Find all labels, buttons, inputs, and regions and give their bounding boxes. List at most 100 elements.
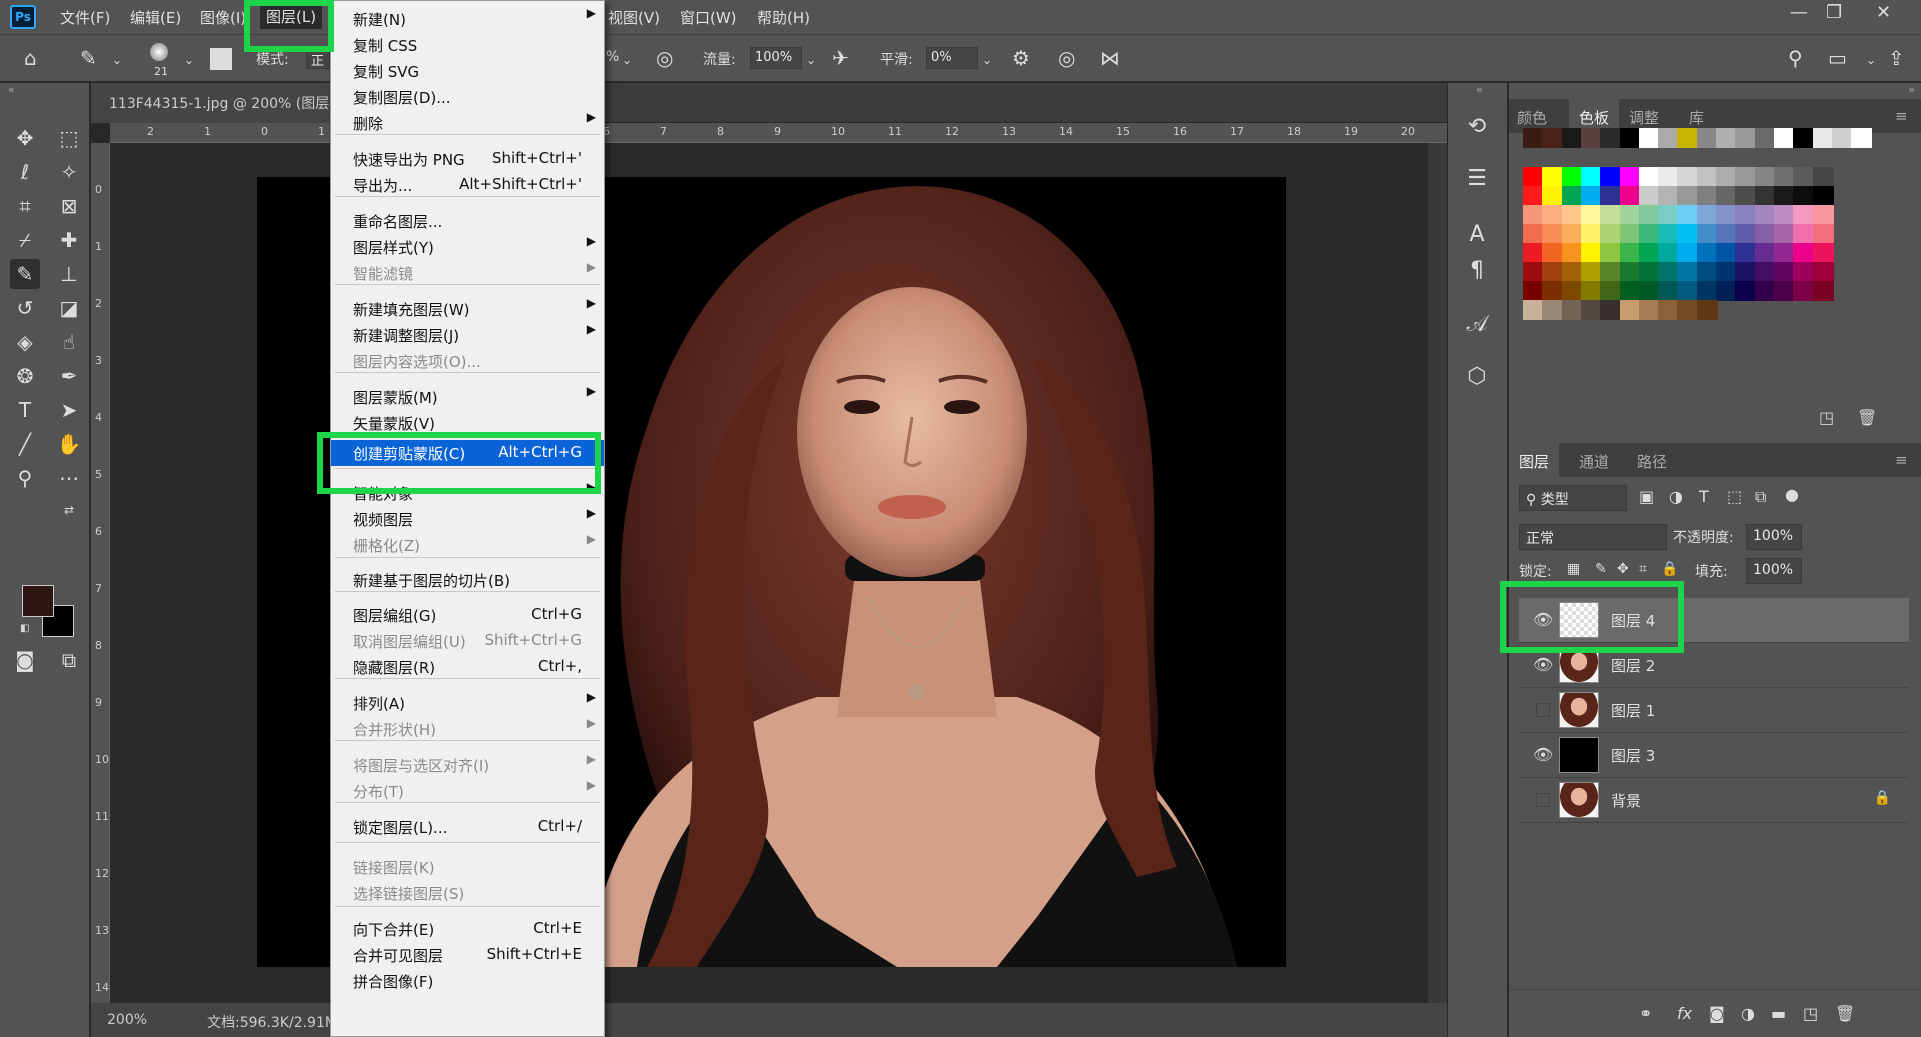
line-tool-icon[interactable]: ╱ [10,429,40,459]
properties-panel-icon[interactable]: ☰ [1462,163,1492,193]
color-swatch[interactable] [1735,205,1757,225]
color-swatch[interactable] [1793,186,1815,206]
tab-paths[interactable]: 路径 [1637,451,1667,472]
filter-type-icon[interactable]: T [1699,487,1709,506]
color-swatch[interactable] [1523,262,1544,282]
color-swatch[interactable] [1638,205,1660,225]
color-swatch[interactable] [1812,205,1834,225]
color-swatch[interactable] [1658,167,1680,187]
color-swatch[interactable] [1812,281,1834,301]
lock-transparent-icon[interactable]: ▦ [1567,561,1580,577]
color-swatch[interactable] [1561,167,1583,187]
color-swatch[interactable] [1600,243,1622,263]
menu-help[interactable]: 帮助(H) [757,7,810,28]
gear-icon[interactable]: ⚙ [1012,46,1030,70]
color-swatch[interactable] [1735,224,1757,244]
color-swatch[interactable] [1773,186,1795,206]
restore-icon[interactable]: ❐ [1826,2,1842,23]
color-swatch[interactable] [1773,262,1795,282]
lasso-tool-icon[interactable]: ℓ [10,157,40,187]
color-swatch[interactable] [1561,281,1583,301]
color-swatch[interactable] [1696,167,1718,187]
color-swatch[interactable] [1716,128,1737,148]
layer-row[interactable]: 👁 图层 3 [1519,733,1909,778]
chevron-down-icon[interactable]: ⌄ [806,53,816,67]
tab-adjustments[interactable]: 调整 [1629,107,1659,128]
color-swatch[interactable] [1754,224,1776,244]
color-swatch[interactable] [1735,167,1757,187]
path-selection-tool-icon[interactable]: ➤ [54,395,84,425]
color-swatch[interactable] [1638,224,1660,244]
visibility-eye-icon[interactable] [1536,793,1550,807]
layer-menu-item[interactable]: 新建(N) ▶ [331,6,604,32]
layer-menu-item[interactable]: 新建调整图层(J) ▶ [331,322,604,348]
collapse-icon[interactable]: « [1476,83,1483,96]
lock-all-icon[interactable]: 🔒 [1661,561,1678,577]
color-swatch[interactable] [1658,281,1680,301]
color-swatch[interactable] [1600,128,1622,148]
color-swatch[interactable] [1542,186,1564,206]
color-swatch[interactable] [1735,243,1757,263]
color-swatch[interactable] [1754,167,1776,187]
move-tool-icon[interactable]: ✥ [10,123,40,153]
lock-image-icon[interactable]: ✎ [1595,561,1607,577]
eyedropper-tool-icon[interactable]: ⌿ [10,225,40,255]
tab-layers[interactable]: 图层 [1509,443,1560,480]
pressure-opacity-icon[interactable]: ◎ [656,46,673,70]
hand-tool-icon[interactable]: ✋ [54,429,84,459]
color-swatch[interactable] [1638,281,1660,301]
color-swatch[interactable] [1658,262,1680,282]
color-swatch[interactable] [1561,243,1583,263]
color-swatch[interactable] [1523,300,1544,320]
color-swatch[interactable] [1580,224,1602,244]
color-swatch[interactable] [1793,243,1815,263]
color-swatch[interactable] [1619,243,1641,263]
marquee-tool-icon[interactable]: ⬚ [54,123,84,153]
default-colors-icon[interactable]: ◧ [20,623,29,634]
color-swatch[interactable] [1793,224,1815,244]
layer-menu-item[interactable]: 合并可见图层 Shift+Ctrl+E [331,942,604,968]
color-swatch[interactable] [1812,186,1834,206]
color-swatch[interactable] [1793,281,1815,301]
panel-menu-icon[interactable]: ≡ [1895,107,1908,125]
tab-libraries[interactable]: 库 [1689,107,1704,128]
color-swatch[interactable] [1793,205,1815,225]
layer-menu-item[interactable]: 导出为... Alt+Shift+Ctrl+' [331,172,604,198]
color-swatch[interactable] [1754,281,1776,301]
layer-row[interactable]: 背景 🔒 [1519,778,1909,823]
color-swatch[interactable] [1561,186,1583,206]
foreground-color-swatch[interactable] [22,585,54,617]
type-tool-icon[interactable]: T [10,395,40,425]
color-swatch[interactable] [1677,224,1699,244]
menu-view[interactable]: 视图(V) [608,7,660,28]
lock-artboard-icon[interactable]: ⌗ [1639,561,1647,577]
tab-channels[interactable]: 通道 [1579,451,1609,472]
layer-menu-item[interactable]: 拼合图像(F) [331,968,604,994]
color-swatch[interactable] [1754,243,1776,263]
color-swatch[interactable] [1677,281,1699,301]
layer-menu-item[interactable]: 新建基于图层的切片(B) [331,567,604,593]
color-swatch[interactable] [1677,205,1699,225]
color-swatch[interactable] [1793,167,1815,187]
delete-layer-icon[interactable]: 🗑 [1835,1004,1855,1023]
screen-mode-icon[interactable]: ⧉ [54,645,84,675]
zoom-tool-icon[interactable]: ⚲ [10,463,40,493]
search-icon[interactable]: ⚲ [1788,46,1803,70]
layer-menu-item[interactable]: 复制 CSS [331,32,604,58]
color-swatch[interactable] [1619,224,1641,244]
color-swatch[interactable] [1523,167,1544,187]
color-swatch[interactable] [1619,262,1641,282]
menu-image[interactable]: 图像(I) [200,7,244,28]
color-swatch[interactable] [1542,262,1564,282]
color-swatch[interactable] [1773,281,1795,301]
color-swatch[interactable] [1677,167,1699,187]
symmetry-icon[interactable]: ⋈ [1100,46,1120,70]
glyphs-panel-icon[interactable]: 𝒜 [1462,309,1492,339]
healing-brush-tool-icon[interactable]: ✚ [54,225,84,255]
color-swatch[interactable] [1658,224,1680,244]
color-swatch[interactable] [1619,128,1641,148]
clone-stamp-tool-icon[interactable]: ⊥ [54,259,84,289]
new-layer-icon[interactable]: ◳ [1803,1004,1818,1023]
smudge-tool-icon[interactable]: ☝ [54,327,84,357]
color-swatch[interactable] [1716,167,1737,187]
